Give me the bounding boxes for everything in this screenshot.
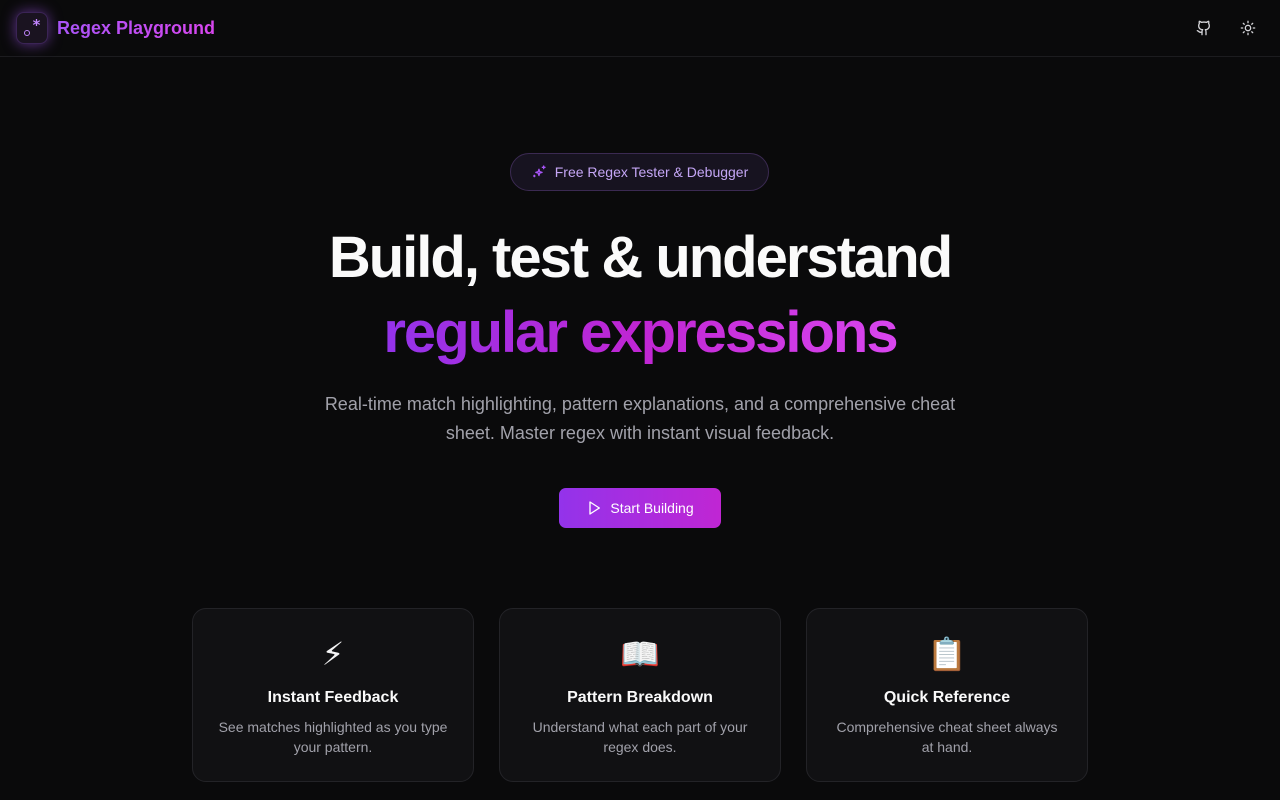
lightning-icon: ⚡: [321, 636, 345, 672]
regex-logo-icon: *: [16, 12, 48, 44]
badge-label: Free Regex Tester & Debugger: [554, 164, 749, 180]
sparkles-icon: [532, 165, 546, 178]
open-book-icon: 📖: [620, 636, 660, 672]
feature-title: Pattern Breakdown: [567, 689, 713, 706]
clipboard-icon: 📋: [927, 636, 967, 672]
feature-card-instant-feedback: ⚡ Instant Feedback See matches highlight…: [192, 608, 474, 782]
headline-line-1: Build, test & understand: [328, 225, 953, 290]
top-navbar: * Regex Playground: [0, 0, 1280, 57]
feature-card-quick-reference: 📋 Quick Reference Comprehensive cheat sh…: [806, 608, 1088, 782]
feature-cards: ⚡ Instant Feedback See matches highlight…: [192, 608, 1088, 782]
feature-card-pattern-breakdown: 📖 Pattern Breakdown Understand what each…: [499, 608, 781, 782]
cta-label: Start Building: [610, 500, 694, 516]
feature-description: See matches highlighted as you type your…: [218, 719, 448, 755]
start-building-button[interactable]: Start Building: [559, 488, 721, 528]
hero-badge: Free Regex Tester & Debugger: [510, 153, 769, 191]
play-icon: [589, 501, 601, 515]
github-button[interactable]: [1188, 12, 1220, 44]
sun-icon: [1240, 20, 1256, 36]
theme-toggle-button[interactable]: [1232, 12, 1264, 44]
feature-title: Instant Feedback: [267, 689, 399, 706]
brand-name: Regex Playground: [57, 17, 216, 38]
brand-link[interactable]: * Regex Playground: [16, 12, 215, 44]
hero-subtitle: Real-time match highlighting, pattern ex…: [324, 394, 956, 443]
hero-headline: Build, test & understand regular express…: [0, 220, 1280, 370]
feature-description: Comprehensive cheat sheet always at hand…: [836, 719, 1058, 755]
headline-line-2: regular expressions: [383, 295, 898, 370]
feature-description: Understand what each part of your regex …: [532, 719, 748, 755]
feature-title: Quick Reference: [883, 689, 1011, 706]
github-icon: [1196, 20, 1211, 36]
